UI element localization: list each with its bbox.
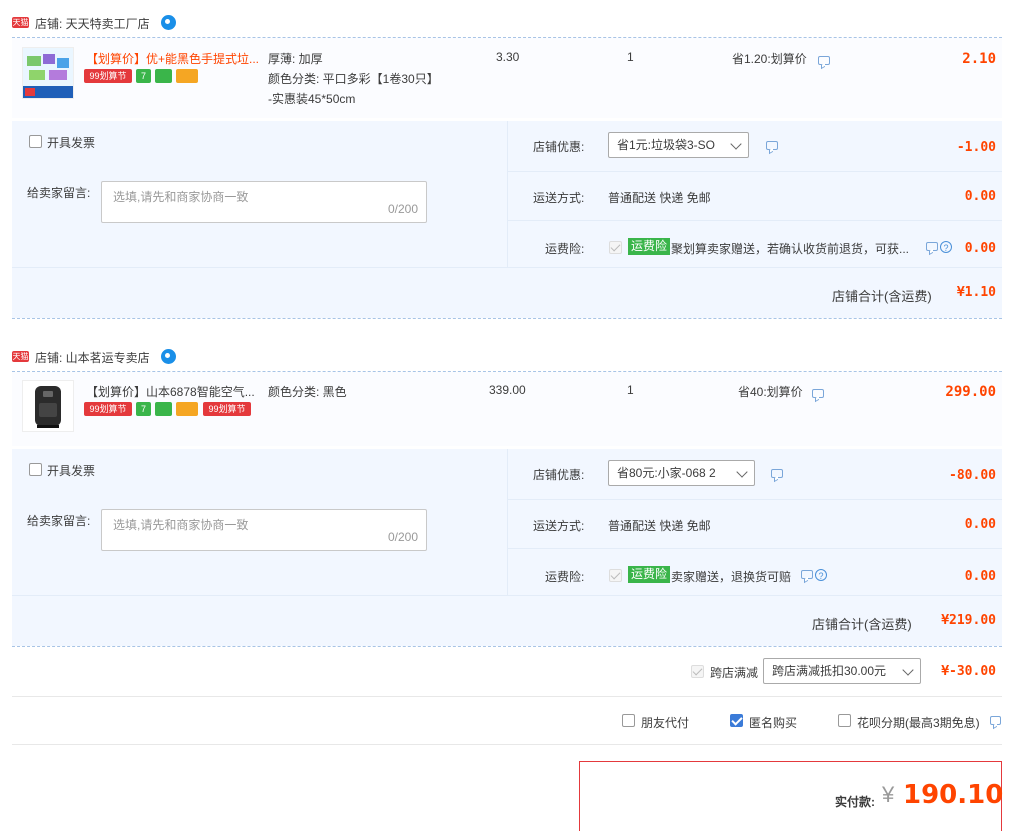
unit-price: 339.00 bbox=[489, 383, 526, 397]
tmall-icon: 天猫 bbox=[12, 351, 29, 362]
service-icon bbox=[155, 402, 172, 416]
product-thumbnail[interactable] bbox=[22, 47, 74, 99]
card-icon bbox=[176, 69, 198, 83]
sale-tag-icon: 99划算节 bbox=[84, 402, 132, 416]
quantity: 1 bbox=[627, 383, 634, 397]
coupon-label: 店铺优惠: bbox=[533, 140, 585, 154]
unit-price: 3.30 bbox=[496, 50, 520, 64]
comment-icon[interactable] bbox=[771, 469, 783, 478]
air-fryer-image bbox=[23, 381, 73, 431]
insurance-label: 运费险: bbox=[545, 242, 585, 256]
coupon-select[interactable]: 省1元:垃圾袋3-SO bbox=[608, 132, 749, 158]
quantity: 1 bbox=[627, 50, 634, 64]
anonymous-checkbox[interactable] bbox=[730, 714, 743, 727]
sale-tag-icon: 99划算节 bbox=[203, 402, 251, 416]
currency-symbol: ¥ bbox=[882, 782, 895, 807]
product-thumbnail[interactable] bbox=[22, 380, 74, 432]
shipping-amount: 0.00 bbox=[964, 517, 996, 532]
invoice-checkbox[interactable] bbox=[29, 463, 42, 476]
message-placeholder: 选填,请先和商家协商一致 bbox=[113, 190, 249, 204]
cross-store-checkbox bbox=[691, 665, 704, 678]
comment-icon[interactable] bbox=[990, 716, 1001, 725]
item-subtotal: 2.10 bbox=[962, 51, 996, 67]
insurance-label: 运费险: bbox=[545, 570, 585, 584]
card-icon bbox=[176, 402, 198, 416]
shipping-label: 运送方式: bbox=[533, 519, 585, 533]
seven-day-return-icon: 7 bbox=[136, 402, 151, 416]
installment-label: 花呗分期(最高3期免息) bbox=[857, 716, 980, 730]
chat-icon[interactable] bbox=[161, 15, 176, 30]
insurance-amount: 0.00 bbox=[964, 241, 996, 256]
insurance-amount: 0.00 bbox=[964, 569, 996, 584]
sale-tag-icon: 99划算节 bbox=[84, 69, 132, 83]
message-counter: 0/200 bbox=[387, 202, 418, 216]
cross-store-label: 跨店满减 bbox=[710, 666, 759, 680]
message-placeholder: 选填,请先和商家协商一致 bbox=[113, 518, 249, 532]
shop-name[interactable]: 店铺: 天天特卖工厂店 bbox=[35, 15, 150, 32]
cross-store-amount: ¥-30.00 bbox=[941, 664, 996, 679]
help-icon[interactable]: ? bbox=[815, 569, 827, 581]
chevron-down-icon bbox=[730, 138, 742, 150]
tmall-icon: 天猫 bbox=[12, 17, 29, 28]
chevron-down-icon bbox=[736, 466, 748, 478]
coupon-select[interactable]: 省80元:小家-068 2 bbox=[608, 460, 755, 486]
insurance-badge: 运费险 bbox=[628, 238, 671, 255]
message-input[interactable]: 选填,请先和商家协商一致 0/200 bbox=[101, 181, 427, 223]
shop-total-amount: ¥219.00 bbox=[941, 613, 996, 628]
cross-store-select[interactable]: 跨店满减抵扣30.00元 bbox=[763, 658, 921, 684]
item-discount: 省1.20:划算价 bbox=[732, 52, 807, 66]
shop-name[interactable]: 店铺: 山本茗运专卖店 bbox=[35, 349, 150, 366]
message-input[interactable]: 选填,请先和商家协商一致 0/200 bbox=[101, 509, 427, 551]
shipping-amount: 0.00 bbox=[964, 189, 996, 204]
coupon-value: 省80元:小家-068 2 bbox=[617, 466, 716, 480]
payment-label: 实付款: bbox=[835, 795, 875, 809]
product-title[interactable]: 【划算价】山本6878智能空气... bbox=[86, 383, 262, 400]
insurance-badge: 运费险 bbox=[628, 566, 671, 583]
shipping-value: 普通配送 快递 免邮 bbox=[608, 191, 711, 205]
insurance-text: 卖家赠送，退换货可赔 bbox=[671, 570, 792, 584]
coupon-label: 店铺优惠: bbox=[533, 468, 585, 482]
message-label: 给卖家留言: bbox=[27, 186, 91, 200]
seven-day-return-icon: 7 bbox=[136, 69, 151, 83]
comment-icon[interactable] bbox=[812, 389, 824, 398]
anonymous-label: 匿名购买 bbox=[749, 716, 798, 730]
trash-bag-image bbox=[23, 48, 73, 98]
sku-line: 颜色分类: 平口多彩【1卷30只】 bbox=[268, 72, 439, 86]
shipping-label: 运送方式: bbox=[533, 191, 585, 205]
friend-pay-label: 朋友代付 bbox=[641, 716, 690, 730]
service-icon bbox=[155, 69, 172, 83]
shipping-value: 普通配送 快递 免邮 bbox=[608, 519, 711, 533]
coupon-value: 省1元:垃圾袋3-SO bbox=[617, 138, 716, 152]
chat-icon[interactable] bbox=[161, 349, 176, 364]
insurance-text: 聚划算卖家赠送，若确认收货前退货，可获... bbox=[671, 242, 910, 256]
comment-icon[interactable] bbox=[766, 141, 778, 150]
product-title[interactable]: 【划算价】优+能黑色手提式垃... bbox=[86, 50, 262, 67]
insurance-checkbox bbox=[609, 569, 622, 582]
payment-amount: 190.10 bbox=[903, 780, 1004, 810]
shop-total-label: 店铺合计(含运费) bbox=[812, 617, 912, 632]
comment-icon[interactable] bbox=[801, 570, 813, 579]
item-discount: 省40:划算价 bbox=[738, 385, 803, 399]
shop-total-label: 店铺合计(含运费) bbox=[832, 289, 932, 304]
invoice-label: 开具发票 bbox=[47, 136, 96, 150]
cross-store-value: 跨店满减抵扣30.00元 bbox=[772, 664, 887, 678]
coupon-amount: -1.00 bbox=[956, 140, 996, 155]
shop-total-amount: ¥1.10 bbox=[956, 285, 996, 300]
item-subtotal: 299.00 bbox=[945, 384, 996, 400]
message-counter: 0/200 bbox=[387, 530, 418, 544]
invoice-label: 开具发票 bbox=[47, 464, 96, 478]
comment-icon[interactable] bbox=[818, 56, 830, 65]
sku-line: 颜色分类: 黑色 bbox=[268, 385, 347, 399]
installment-checkbox[interactable] bbox=[838, 714, 851, 727]
friend-pay-checkbox[interactable] bbox=[622, 714, 635, 727]
sku-line: -实惠装45*50cm bbox=[268, 92, 356, 106]
message-label: 给卖家留言: bbox=[27, 514, 91, 528]
sku-line: 厚薄: 加厚 bbox=[268, 52, 323, 66]
coupon-amount: -80.00 bbox=[949, 468, 996, 483]
payment-summary: 实付款: ¥ 190.10 bbox=[579, 761, 1004, 831]
invoice-checkbox[interactable] bbox=[29, 135, 42, 148]
insurance-checkbox bbox=[609, 241, 622, 254]
